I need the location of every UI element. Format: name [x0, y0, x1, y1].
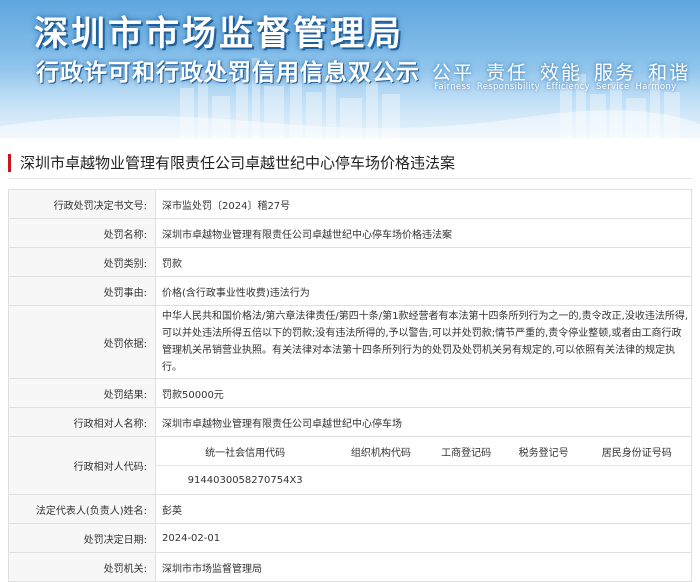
row-label: 处罚事由: — [8, 276, 156, 306]
row-label: 处罚依据: — [8, 305, 156, 379]
code-header: 税务登记号 — [504, 437, 583, 466]
penalty-category: 罚款 — [155, 247, 692, 277]
counterparty-codes: 统一社会信用代码 组织机构代码 工商登记码 税务登记号 居民身份证号码 9144… — [155, 436, 692, 495]
penalty-info-table: 行政处罚决定书文号: 深市监处罚〔2024〕稽27号 处罚名称: 深圳市卓越物业… — [8, 189, 692, 582]
codes-header-row: 统一社会信用代码 组织机构代码 工商登记码 税务登记号 居民身份证号码 — [156, 437, 691, 466]
slogan-en-responsibility: Responsibility — [476, 82, 540, 92]
row-label: 法定代表人(负责人)姓名: — [8, 494, 156, 524]
table-row: 行政处罚决定书文号: 深市监处罚〔2024〕稽27号 — [8, 189, 692, 219]
org-code-value — [334, 466, 427, 495]
code-header: 居民身份证号码 — [582, 437, 691, 466]
table-row: 法定代表人(负责人)姓名: 彭英 — [8, 494, 692, 524]
table-row: 处罚名称: 深圳市卓越物业管理有限责任公司卓越世纪中心停车场价格违法案 — [8, 218, 692, 248]
header-banner: 深圳市市场监督管理局 行政许可和行政处罚信用信息双公示 公平 责任 效能 服务 和谐 F… — [0, 0, 700, 138]
penalty-result: 罚款50000元 — [155, 378, 692, 408]
counterparty-name: 深圳市卓越物业管理有限责任公司卓越世纪中心停车场 — [155, 407, 692, 437]
penalty-name: 深圳市卓越物业管理有限责任公司卓越世纪中心停车场价格违法案 — [155, 218, 692, 248]
slogan-fairness: 公平 — [432, 62, 475, 84]
decision-number: 深市监处罚〔2024〕稽27号 — [155, 189, 692, 219]
id-number-value — [582, 466, 691, 495]
slogan-chinese: 公平 责任 效能 服务 和谐 — [432, 58, 700, 85]
penalty-reason: 价格(含行政事业性收费)违法行为 — [155, 276, 692, 306]
slogan-efficiency: 效能 — [540, 62, 583, 84]
banner-subtitle: 行政许可和行政处罚信用信息双公示 — [36, 60, 420, 86]
legal-representative: 彭英 — [155, 494, 692, 524]
slogan-responsibility: 责任 — [486, 62, 529, 84]
table-row: 处罚结果: 罚款50000元 — [8, 378, 692, 408]
banner-title: 深圳市市场监督管理局 — [34, 14, 404, 54]
table-row: 处罚机关: 深圳市市场监督管理局 — [8, 552, 692, 582]
case-title: 深圳市卓越物业管理有限责任公司卓越世纪中心停车场价格违法案 — [20, 155, 456, 172]
row-label: 处罚决定日期: — [8, 523, 156, 553]
penalty-basis: 中华人民共和国价格法/第六章法律责任/第四十条/第1款经营者有本法第十四条所列行… — [155, 305, 692, 379]
row-label: 处罚名称: — [8, 218, 156, 248]
codes-subtable: 统一社会信用代码 组织机构代码 工商登记码 税务登记号 居民身份证号码 9144… — [156, 437, 691, 494]
row-label: 行政相对人代码: — [8, 436, 156, 495]
code-header: 工商登记码 — [427, 437, 505, 466]
code-header: 组织机构代码 — [334, 437, 428, 466]
code-header: 统一社会信用代码 — [156, 437, 335, 466]
table-row: 处罚事由: 价格(含行政事业性收费)违法行为 — [8, 276, 692, 306]
case-title-bar: 深圳市卓越物业管理有限责任公司卓越世纪中心停车场价格违法案 — [8, 150, 692, 179]
codes-value-row: 9144030058270754X3 — [156, 466, 691, 495]
slogan-service: 服务 — [594, 62, 637, 84]
penalty-authority: 深圳市市场监督管理局 — [155, 552, 692, 582]
row-label: 处罚机关: — [8, 552, 156, 582]
decision-date: 2024-02-01 — [155, 523, 692, 553]
slogan-en-service: Service — [595, 82, 630, 92]
table-row: 处罚依据: 中华人民共和国价格法/第六章法律责任/第四十条/第1款经营者有本法第… — [8, 305, 692, 379]
row-label: 处罚结果: — [8, 378, 156, 408]
tax-reg-value — [505, 466, 583, 495]
table-row: 行政相对人名称: 深圳市卓越物业管理有限责任公司卓越世纪中心停车场 — [8, 407, 692, 437]
slogan-english: Fairness Responsibility Efficiency Service H… — [434, 82, 682, 92]
title-accent-bar — [8, 154, 11, 172]
table-row: 处罚类别: 罚款 — [8, 247, 692, 277]
row-label: 处罚类别: — [8, 247, 156, 277]
row-label: 行政相对人名称: — [8, 407, 156, 437]
slogan-en-efficiency: Efficiency — [545, 82, 590, 92]
table-row: 处罚决定日期: 2024-02-01 — [8, 523, 692, 553]
table-row: 行政相对人代码: 统一社会信用代码 组织机构代码 工商登记码 税务登记号 居民身… — [8, 436, 692, 495]
business-reg-value — [427, 466, 505, 495]
credit-code-value: 9144030058270754X3 — [187, 474, 303, 486]
slogan-en-fairness: Fairness — [434, 82, 471, 92]
slogan-en-harmony: Harmony — [635, 82, 677, 92]
slogan-harmony: 和谐 — [648, 62, 691, 84]
row-label: 行政处罚决定书文号: — [8, 189, 156, 219]
